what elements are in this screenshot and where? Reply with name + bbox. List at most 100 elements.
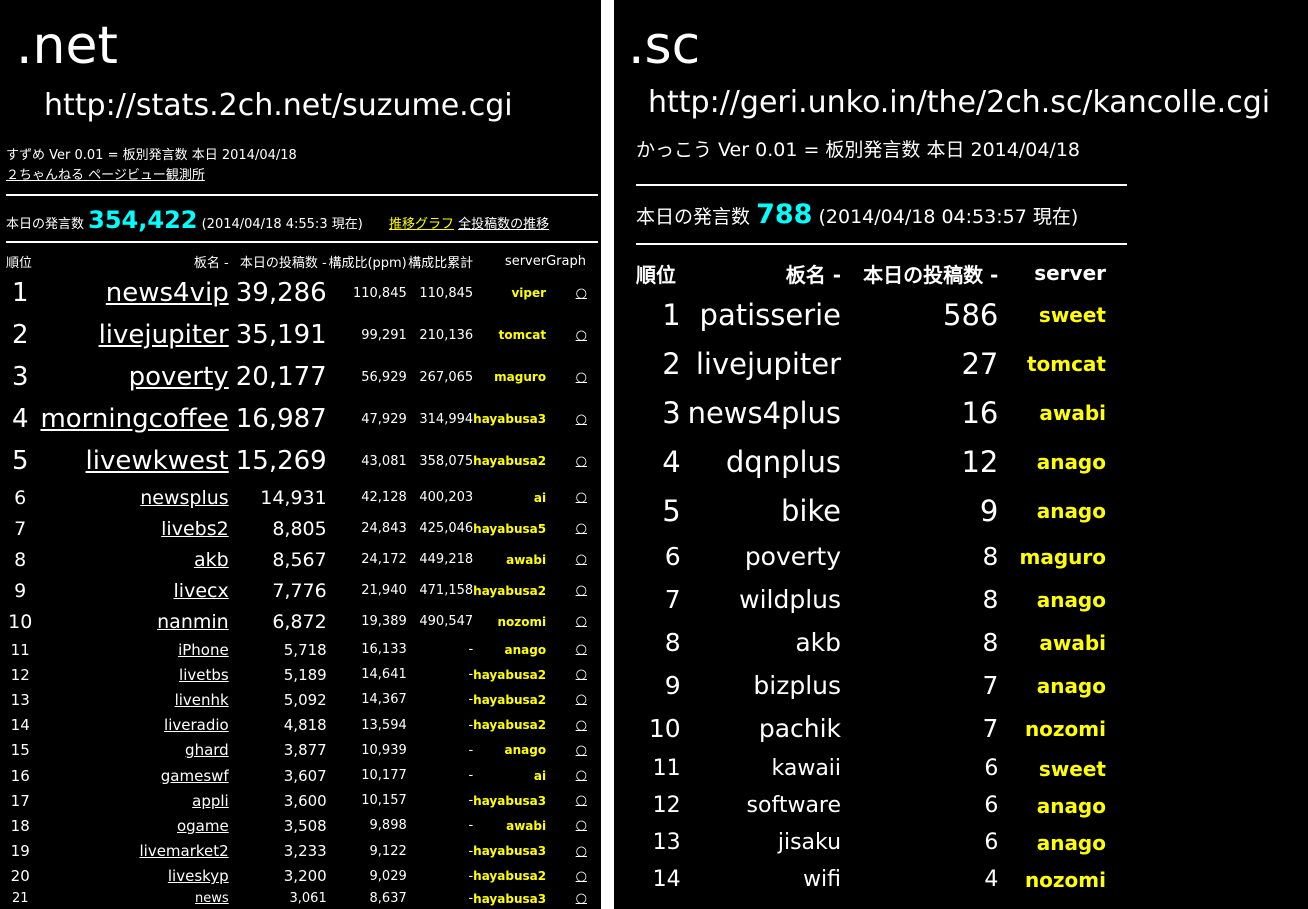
net-graph-link[interactable]: ○ [546, 544, 598, 575]
sc-header-board[interactable]: 板名 - [681, 256, 841, 290]
net-board-link[interactable]: liveskyp [168, 867, 229, 885]
net-graph-link[interactable]: ○ [546, 440, 598, 482]
net-graph-link[interactable]: ○ [546, 606, 598, 637]
net-board-link[interactable]: poverty [129, 362, 229, 392]
net-all-posts-link[interactable]: 全投稿数の推移 [458, 217, 549, 232]
net-graph-link[interactable]: ○ [546, 575, 598, 606]
net-board-link[interactable]: news [195, 891, 229, 906]
net-board-link[interactable]: morningcoffee [40, 404, 228, 434]
net-server: hayabusa2 [473, 869, 547, 884]
net-ppm: 10,157 [361, 793, 407, 809]
net-graph-link[interactable]: ○ [546, 398, 598, 440]
net-table-row: 18 ogame 3,508 9,898 - awabi ○ [0, 813, 598, 838]
net-graph-link[interactable]: ○ [546, 513, 598, 544]
net-cum: 110,845 [419, 285, 474, 301]
net-board-link[interactable]: livewkwest [86, 446, 229, 476]
net-count: 3,600 [283, 791, 327, 810]
net-graph-link[interactable]: ○ [546, 314, 598, 356]
net-graph-link[interactable]: ○ [546, 482, 598, 513]
net-observatory-link[interactable]: ２ちゃんねる ページビュー観測所 [6, 168, 205, 184]
net-count: 3,877 [283, 741, 327, 760]
sc-board: livejupiter [695, 346, 842, 381]
net-board: appli [40, 788, 229, 813]
net-header-count[interactable]: 本日の投稿数 - [229, 250, 327, 272]
net-graph-link[interactable]: ○ [546, 738, 598, 763]
net-board-link[interactable]: newsplus [140, 487, 228, 509]
sc-rank: 13 [652, 830, 681, 855]
net-header-board[interactable]: 板名 - [40, 250, 229, 272]
net-board-link[interactable]: appli [192, 792, 229, 810]
sc-rank: 6 [664, 542, 681, 571]
net-board-link[interactable]: livetbs [179, 666, 229, 684]
net-server: hayabusa2 [473, 583, 547, 598]
net-graph-link[interactable]: ○ [546, 813, 598, 838]
net-graph-link[interactable]: ○ [546, 713, 598, 738]
net-board-link[interactable]: nanmin [157, 611, 229, 633]
net-table-row: 16 gameswf 3,607 10,177 - ai ○ [0, 763, 598, 788]
sc-board: pachik [758, 714, 842, 743]
net-today-label: 本日の発言数 [6, 217, 85, 232]
net-server: viper [511, 286, 547, 300]
net-graph-link[interactable]: ○ [546, 687, 598, 712]
net-board-link[interactable]: livenhk [175, 691, 229, 709]
net-cum: 471,158 [419, 583, 474, 598]
sc-count: 8 [982, 585, 999, 614]
net-graph-link[interactable]: ○ [546, 763, 598, 788]
net-count: 8,567 [272, 548, 327, 571]
net-ranking-table: 順位 板名 - 本日の投稿数 - 構成比(ppm) 構成比累計 server G… [0, 250, 598, 909]
net-graph-link[interactable]: ○ [546, 889, 598, 909]
sc-header-rank[interactable]: 順位 [636, 256, 681, 290]
sc-board: dqnplus [725, 444, 842, 479]
sc-rank: 8 [664, 628, 681, 657]
sc-count: 27 [961, 346, 999, 381]
net-server: awabi [506, 818, 547, 833]
sc-board: akb [795, 628, 842, 657]
sc-table-row: 5 bike 9 anago [636, 486, 1106, 535]
net-count: 3,200 [283, 867, 327, 886]
net-board-link[interactable]: gameswf [161, 767, 229, 785]
net-table-row: 4 morningcoffee 16,987 47,929 314,994 hayabus… [0, 398, 598, 440]
net-board-link[interactable]: liveradio [164, 716, 229, 734]
net-board-link[interactable]: akb [194, 549, 229, 571]
net-board-link[interactable]: ogame [177, 817, 229, 835]
net-table-row: 15 ghard 3,877 10,939 - anago ○ [0, 738, 598, 763]
net-server: hayabusa5 [473, 521, 547, 536]
net-board-link[interactable]: livecx [174, 580, 229, 602]
net-graph-link[interactable]: ○ [546, 788, 598, 813]
sc-board: bike [780, 493, 842, 528]
net-board-link[interactable]: iPhone [178, 641, 229, 659]
sc-table-row: 12 software 6 anago [636, 787, 1106, 824]
net-table-row: 5 livewkwest 15,269 43,081 358,075 hayabusa2 ○ [0, 440, 598, 482]
net-cum: 267,065 [419, 369, 474, 385]
net-board-link[interactable]: livejupiter [99, 320, 229, 350]
net-board: nanmin [40, 606, 229, 637]
net-graph-link[interactable]: 推移グラフ [389, 217, 454, 232]
net-board-link[interactable]: ghard [185, 741, 229, 759]
net-board-link[interactable]: news4vip [106, 278, 229, 308]
net-count: 6,872 [272, 610, 327, 633]
net-server: hayabusa2 [473, 718, 547, 733]
net-header-rank[interactable]: 順位 [0, 250, 40, 272]
net-graph-link[interactable]: ○ [546, 356, 598, 398]
net-board: livecx [40, 575, 229, 606]
net-board: livemarket2 [40, 839, 228, 864]
net-server: hayabusa3 [473, 844, 547, 859]
net-count: 5,189 [283, 665, 327, 684]
net-graph-link[interactable]: ○ [546, 662, 598, 687]
net-board-link[interactable]: livebs2 [161, 518, 229, 540]
net-rank: 7 [14, 517, 27, 540]
net-table-row: 7 livebs2 8,805 24,843 425,046 hayabusa5 ○ [0, 513, 598, 544]
sc-version-line: かっこう Ver 0.01 = 板別発言数 本日 2014/04/18 [636, 139, 1080, 161]
net-ppm: 14,641 [361, 667, 407, 683]
net-graph-link[interactable]: ○ [546, 864, 598, 889]
net-table-header: 順位 板名 - 本日の投稿数 - 構成比(ppm) 構成比累計 server G… [0, 250, 598, 272]
sc-header-count[interactable]: 本日の投稿数 - [841, 256, 998, 290]
sc-board: wifi [803, 867, 842, 892]
net-graph-link[interactable]: ○ [546, 637, 598, 662]
net-count: 5,718 [283, 640, 327, 659]
net-graph-link[interactable]: ○ [546, 272, 598, 314]
net-board-link[interactable]: livemarket2 [139, 842, 228, 860]
net-divider-top [6, 194, 598, 196]
sc-table-row: 6 poverty 8 maguro [636, 535, 1106, 578]
net-graph-link[interactable]: ○ [546, 839, 598, 864]
